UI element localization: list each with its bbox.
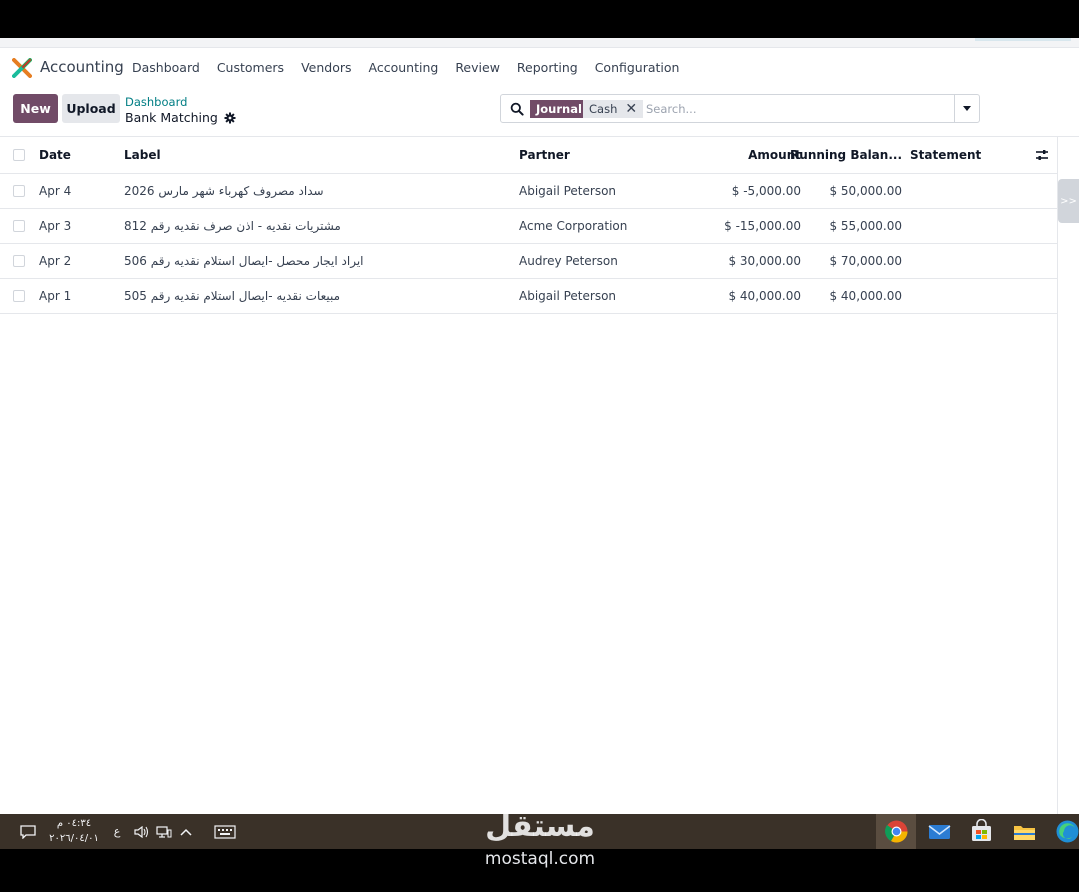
search-facet-label: Journal xyxy=(530,100,588,118)
row-running-balance: $ 50,000.00 xyxy=(829,184,902,198)
row-checkbox[interactable] xyxy=(13,174,25,208)
watermark-logo: مستقل xyxy=(485,809,595,844)
row-date: Apr 2 xyxy=(39,254,72,268)
keyboard-icon[interactable] xyxy=(212,814,238,849)
row-checkbox[interactable] xyxy=(13,209,25,243)
col-partner[interactable]: Partner xyxy=(519,137,570,173)
main-menu: Dashboard Customers Vendors Accounting R… xyxy=(132,60,696,75)
col-statement[interactable]: Statement xyxy=(910,137,981,173)
row-amount: $ 40,000.00 xyxy=(728,289,801,303)
panel-border xyxy=(1057,137,1058,814)
watermark-url: mostaql.com xyxy=(484,849,596,869)
col-running-balance[interactable]: Running Balan... xyxy=(790,137,902,173)
row-checkbox[interactable] xyxy=(13,244,25,278)
new-button[interactable]: New xyxy=(13,94,58,123)
row-partner: Acme Corporation xyxy=(519,219,628,233)
menu-customers[interactable]: Customers xyxy=(217,60,284,75)
menu-accounting[interactable]: Accounting xyxy=(369,60,439,75)
control-panel: New Upload Dashboard Bank Matching Journ… xyxy=(0,90,1079,130)
search-options-toggle[interactable] xyxy=(954,94,980,123)
row-label: ايراد ايجار محصل -ايصال استلام نقديه رقم… xyxy=(124,254,364,268)
search-input[interactable] xyxy=(646,100,936,118)
row-amount: $ -5,000.00 xyxy=(731,184,801,198)
browser-top-strip xyxy=(0,38,1079,48)
row-date: Apr 3 xyxy=(39,219,72,233)
table-row[interactable]: Apr 3 مشتريات نقديه - اذن صرف نقديه رقم … xyxy=(0,209,1057,244)
table-row[interactable]: Apr 4 سداد مصروف كهرباء شهر مارس 2026 Ab… xyxy=(0,174,1057,209)
clock-time: ٠٤:٣٤ م xyxy=(56,818,92,829)
table-row[interactable]: Apr 2 ايراد ايجار محصل -ايصال استلام نقد… xyxy=(0,244,1057,279)
side-panel-toggle[interactable]: >> xyxy=(1058,179,1079,223)
volume-icon[interactable] xyxy=(132,814,152,849)
language-indicator[interactable]: ع xyxy=(108,814,126,849)
row-date: Apr 4 xyxy=(39,184,72,198)
gear-icon[interactable] xyxy=(224,112,236,124)
close-icon[interactable]: ✕ xyxy=(625,102,637,116)
search-icon xyxy=(510,102,524,116)
taskbar-clock[interactable]: ٠٤:٣٤ م ٢٠٢٦/٠٤/٠١ xyxy=(48,816,100,846)
app-brand[interactable]: Accounting xyxy=(40,58,124,76)
breadcrumb-current: Bank Matching xyxy=(125,110,236,125)
chrome-icon[interactable] xyxy=(884,819,909,844)
odoo-window: Accounting Dashboard Customers Vendors A… xyxy=(0,38,1079,814)
search-box[interactable]: Journal Cash ✕ xyxy=(500,94,955,123)
row-partner: Audrey Peterson xyxy=(519,254,618,268)
upload-button[interactable]: Upload xyxy=(62,94,120,123)
row-running-balance: $ 70,000.00 xyxy=(829,254,902,268)
optional-columns-toggle[interactable] xyxy=(1035,137,1049,173)
col-date[interactable]: Date xyxy=(39,137,71,173)
menu-reporting[interactable]: Reporting xyxy=(517,60,578,75)
clock-date: ٢٠٢٦/٠٤/٠١ xyxy=(49,833,99,844)
row-date: Apr 1 xyxy=(39,289,72,303)
caret-down-icon xyxy=(963,106,971,111)
row-running-balance: $ 55,000.00 xyxy=(829,219,902,233)
table-row[interactable]: Apr 1 مبيعات نقديه -ايصال استلام نقديه ر… xyxy=(0,279,1057,314)
edge-icon[interactable] xyxy=(1055,819,1079,844)
row-label: مبيعات نقديه -ايصال استلام نقديه رقم 505 xyxy=(124,289,341,303)
menu-vendors[interactable]: Vendors xyxy=(301,60,351,75)
select-all-checkbox[interactable] xyxy=(13,137,25,173)
row-running-balance: $ 40,000.00 xyxy=(829,289,902,303)
row-label: سداد مصروف كهرباء شهر مارس 2026 xyxy=(124,184,324,198)
bank-matching-list: Date Label Partner Amount Running Balan.… xyxy=(0,137,1057,314)
chevron-up-icon[interactable] xyxy=(177,814,195,849)
page-title: Bank Matching xyxy=(125,110,218,125)
accounting-app-icon[interactable] xyxy=(12,58,32,78)
row-partner: Abigail Peterson xyxy=(519,289,617,303)
search-facet-value: Cash ✕ xyxy=(583,100,644,118)
menu-review[interactable]: Review xyxy=(455,60,500,75)
row-partner: Abigail Peterson xyxy=(519,184,617,198)
row-amount: $ 30,000.00 xyxy=(728,254,801,268)
menu-dashboard[interactable]: Dashboard xyxy=(132,60,200,75)
breadcrumb-parent[interactable]: Dashboard xyxy=(125,95,187,109)
col-label[interactable]: Label xyxy=(124,137,161,173)
row-amount: $ -15,000.00 xyxy=(724,219,801,233)
menu-configuration[interactable]: Configuration xyxy=(595,60,680,75)
notifications-icon[interactable] xyxy=(14,814,42,849)
row-checkbox[interactable] xyxy=(13,279,25,313)
row-label: مشتريات نقديه - اذن صرف نقديه رقم 812 xyxy=(124,219,341,233)
file-explorer-icon[interactable] xyxy=(1012,819,1037,844)
sliders-icon xyxy=(1036,150,1048,160)
facet-value-text: Cash xyxy=(589,102,618,116)
network-icon[interactable] xyxy=(154,814,174,849)
browser-tab-indicator xyxy=(975,38,1071,41)
top-navbar: Accounting Dashboard Customers Vendors A… xyxy=(0,48,1079,88)
mail-icon[interactable] xyxy=(927,819,952,844)
store-icon[interactable] xyxy=(969,819,994,844)
table-header: Date Label Partner Amount Running Balan.… xyxy=(0,137,1057,174)
